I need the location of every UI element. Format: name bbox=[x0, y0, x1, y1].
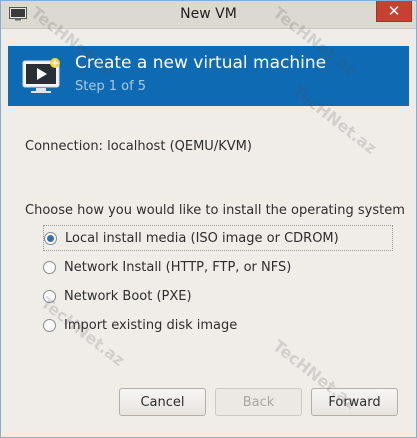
cancel-button[interactable]: Cancel bbox=[119, 388, 206, 416]
radio-button[interactable] bbox=[43, 318, 56, 332]
wizard-step-indicator: Step 1 of 5 bbox=[75, 79, 147, 94]
radio-local-install-media[interactable]: Local install media (ISO image or CDROM) bbox=[43, 225, 393, 251]
radio-network-install[interactable]: Network Install (HTTP, FTP, or NFS) bbox=[43, 254, 393, 280]
radio-label: Network Install (HTTP, FTP, or NFS) bbox=[64, 259, 292, 275]
radio-network-boot[interactable]: Network Boot (PXE) bbox=[43, 283, 393, 309]
connection-value: localhost (QEMU/KVM) bbox=[107, 139, 252, 154]
close-icon: ✕ bbox=[387, 2, 401, 20]
window-title: New VM bbox=[180, 6, 237, 22]
back-button[interactable]: Back bbox=[215, 388, 302, 416]
forward-button[interactable]: Forward bbox=[311, 388, 398, 416]
virtual-machine-icon bbox=[22, 58, 60, 93]
new-vm-window: New VM ✕ Create a new virtual machine St… bbox=[0, 0, 417, 438]
close-button[interactable]: ✕ bbox=[376, 1, 412, 22]
wizard-banner: Create a new virtual machine Step 1 of 5 bbox=[8, 46, 409, 106]
radio-button[interactable] bbox=[44, 231, 57, 245]
radio-import-disk-image[interactable]: Import existing disk image bbox=[43, 312, 393, 338]
install-method-prompt: Choose how you would like to install the… bbox=[25, 203, 405, 218]
radio-button[interactable] bbox=[43, 289, 56, 303]
connection-info: Connection: localhost (QEMU/KVM) bbox=[25, 139, 252, 154]
wizard-title: Create a new virtual machine bbox=[75, 53, 327, 73]
radio-label: Import existing disk image bbox=[64, 317, 238, 333]
radio-label: Network Boot (PXE) bbox=[64, 288, 192, 304]
radio-label: Local install media (ISO image or CDROM) bbox=[65, 230, 339, 246]
wizard-content: Create a new virtual machine Step 1 of 5… bbox=[8, 34, 409, 432]
radio-button[interactable] bbox=[43, 260, 56, 274]
title-bar[interactable]: New VM ✕ bbox=[1, 1, 416, 29]
connection-label: Connection: bbox=[25, 139, 103, 154]
